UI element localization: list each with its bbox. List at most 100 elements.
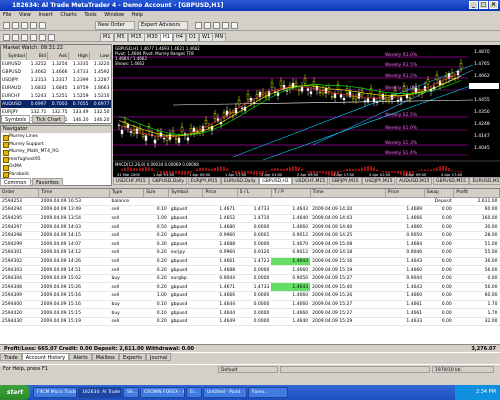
chart-tab[interactable]: AUDUSD,M15 <box>395 177 433 185</box>
chart-tab[interactable]: USDJPY,M15 <box>362 177 396 185</box>
taskbar-button[interactable]: Ei... <box>186 387 202 398</box>
terminal-icon[interactable] <box>39 22 46 29</box>
bar-chart-icon[interactable] <box>195 22 202 29</box>
trendline-icon[interactable] <box>39 34 46 41</box>
chart-tab[interactable]: USDCHF,M15 <box>292 177 329 185</box>
terminal-tab[interactable]: Alerts <box>69 353 92 361</box>
history-row[interactable]: 2594298 2009.04.09 14:15 sell 0.20 gbpusd 0.9… <box>0 231 500 241</box>
history-row[interactable]: 2594294 2009.04.09 13:49 sell 0.10 gbpusd 1.4… <box>0 205 500 215</box>
price-chart[interactable]: Weekly R3.0% Weekly R2.5% Weekly R1.5% Week… <box>113 45 500 177</box>
horizontal-line-icon[interactable] <box>30 34 37 41</box>
mw-col-header[interactable]: Ask <box>47 52 69 60</box>
history-col-header[interactable]: Order <box>0 189 40 198</box>
mw-col-header[interactable]: High <box>68 52 90 60</box>
taskbar-button[interactable]: CROWN FOREX - Win... <box>140 387 185 398</box>
history-row[interactable]: 2594295 2009.04.09 13:54 sell 1.00 gbpusd 1.4… <box>0 214 500 224</box>
line-chart-icon[interactable] <box>213 22 220 29</box>
mw-row[interactable]: EURUSD 1.3252 1.3254 1.3335 1.3220 <box>1 60 111 68</box>
minimize-button[interactable]: _ <box>469 1 478 9</box>
navigator-item[interactable]: Murrey Lines <box>1 133 111 141</box>
history-row[interactable]: 2594297 2009.04.09 14:03 sell 0.50 gbpusd 1.4… <box>0 222 500 232</box>
mw-col-header[interactable]: Symbol <box>1 52 27 60</box>
navigator-item[interactable]: Murrey Support <box>1 141 111 149</box>
close-button[interactable]: × <box>489 1 498 9</box>
history-row[interactable]: 2594420 2009.04.09 15:15 buy 0.10 gbpusd 1.46… <box>0 308 500 318</box>
tf-w1[interactable]: W1 <box>199 33 214 42</box>
text-icon[interactable] <box>48 34 55 41</box>
navigator-item[interactable]: Murrey_Math_MT4_RG <box>1 148 111 156</box>
chart-tab[interactable]: EURJPY,M15 <box>187 177 221 185</box>
taskbar-button[interactable]: Sh... <box>123 387 139 398</box>
history-row[interactable]: 2594400 2009.04.09 15:16 buy 0.10 gbpusd 1.46… <box>0 300 500 310</box>
tab-symbols[interactable]: Symbols <box>1 115 31 123</box>
chart-tab[interactable]: USDCHF,M15 <box>113 177 149 185</box>
mw-row[interactable]: AUDUSD 0.6997 0.7003 0.7055 0.6977 <box>1 100 111 108</box>
menu-insert[interactable]: Insert <box>35 11 55 20</box>
history-col-header[interactable]: T / P <box>271 189 311 198</box>
navigator-item[interactable]: Parabolic <box>1 171 111 179</box>
history-col-header[interactable]: Price <box>202 189 238 198</box>
tab-tick-chart[interactable]: Tick Chart <box>31 115 66 123</box>
tf-m5[interactable]: M5 <box>114 33 128 42</box>
terminal-tab[interactable]: Journal <box>146 353 172 361</box>
history-row[interactable]: 2594308 2009.04.09 15:26 sell 0.20 gbpusd 1.4… <box>0 282 500 293</box>
terminal-tab[interactable]: Experts <box>119 353 146 361</box>
history-col-header[interactable]: S / L <box>237 189 272 198</box>
taskbar-button[interactable]: Untitled - Paint <box>203 387 247 398</box>
mw-row[interactable]: USDJPY 1.2313 1.2317 1.2399 1.2287 <box>1 76 111 84</box>
tf-m30[interactable]: M30 <box>144 33 161 42</box>
taskbar-button[interactable]: Forex... <box>248 387 288 398</box>
mw-row[interactable]: EURCHF 1.5243 1.5251 1.5259 1.5210 <box>1 92 111 100</box>
tf-d1[interactable]: D1 <box>186 33 200 42</box>
history-row[interactable]: 2594299 2009.04.09 14:07 sell 0.30 gbpusd 1.4… <box>0 239 500 250</box>
mw-row[interactable]: GBPUSD 1.4662 1.4666 1.4733 1.4592 <box>1 68 111 76</box>
new-order-button[interactable]: New Order <box>95 21 135 30</box>
history-col-header[interactable]: Price <box>385 189 425 198</box>
history-col-header[interactable]: Time <box>38 189 110 198</box>
profiles-icon[interactable] <box>12 22 19 29</box>
history-col-header[interactable]: Size <box>143 189 170 198</box>
menu-tools[interactable]: Tools <box>81 11 99 20</box>
vertical-line-icon[interactable] <box>21 34 28 41</box>
candlestick-icon[interactable] <box>204 22 211 29</box>
market-watch-icon[interactable] <box>21 22 28 29</box>
taskbar-button[interactable]: FXCM Micro Trading S... <box>33 387 77 398</box>
history-row[interactable]: 2594309 2009.04.09 15:16 sell 1.00 gbpusd 1.4… <box>0 291 500 301</box>
menu-window[interactable]: Window <box>101 11 127 20</box>
navigator-item[interactable]: OsMA <box>1 163 111 171</box>
tab-common[interactable]: Common <box>0 178 31 186</box>
history-row[interactable]: 2594302 2009.04.09 14:26 sell 0.20 gbpusd 1.4… <box>0 257 500 267</box>
mw-col-header[interactable]: Bid <box>26 52 48 60</box>
maximize-button[interactable]: □ <box>479 1 488 9</box>
history-row[interactable]: 2594301 2009.04.09 14:12 sell 0.20 eurjpy 0.9… <box>0 248 500 258</box>
tab-favorites[interactable]: Favorites <box>32 178 63 186</box>
chart-tab[interactable]: EURUSD,Daily <box>221 177 259 185</box>
new-chart-icon[interactable] <box>3 22 10 29</box>
chart-tab[interactable]: GBPJPY,M15 <box>328 177 362 185</box>
history-col-header[interactable]: Swap <box>424 189 455 198</box>
cursor-icon[interactable] <box>3 34 10 41</box>
terminal-tab[interactable]: Mailbox <box>91 353 119 361</box>
taskbar-button[interactable]: 182634: Al Trade Me... <box>78 387 122 398</box>
menu-charts[interactable]: Charts <box>57 11 79 20</box>
menu-help[interactable]: Help <box>129 11 146 20</box>
terminal-tab[interactable]: Trade <box>0 353 22 361</box>
crosshair-icon[interactable] <box>12 34 19 41</box>
zoom-in-icon[interactable] <box>222 22 229 29</box>
tf-h4[interactable]: H4 <box>173 33 186 42</box>
navigator-item[interactable]: merfaghost95 <box>1 156 111 164</box>
tf-m1[interactable]: M1 <box>100 33 114 42</box>
start-button[interactable]: start <box>0 385 30 400</box>
tf-mn[interactable]: MN <box>212 33 227 42</box>
mw-row[interactable]: EURAUD 1.6832 1.6845 1.8759 1.8663 <box>1 84 111 92</box>
tf-m15[interactable]: M15 <box>128 33 145 42</box>
menu-view[interactable]: View <box>16 11 34 20</box>
history-col-header[interactable]: Profit <box>453 189 500 198</box>
history-col-header[interactable]: Symbol <box>168 189 204 198</box>
history-row[interactable]: 2594303 2009.04.09 14:51 sell 0.20 gbpusd 1.4… <box>0 265 500 275</box>
navigator-icon[interactable] <box>30 22 37 29</box>
chart-tab[interactable]: GBPUSD,Daily <box>149 177 188 185</box>
tf-h1[interactable]: H1 <box>160 33 173 42</box>
menu-file[interactable]: File <box>0 11 14 20</box>
chart-tab[interactable]: GBPUSD,H1 <box>259 177 292 185</box>
